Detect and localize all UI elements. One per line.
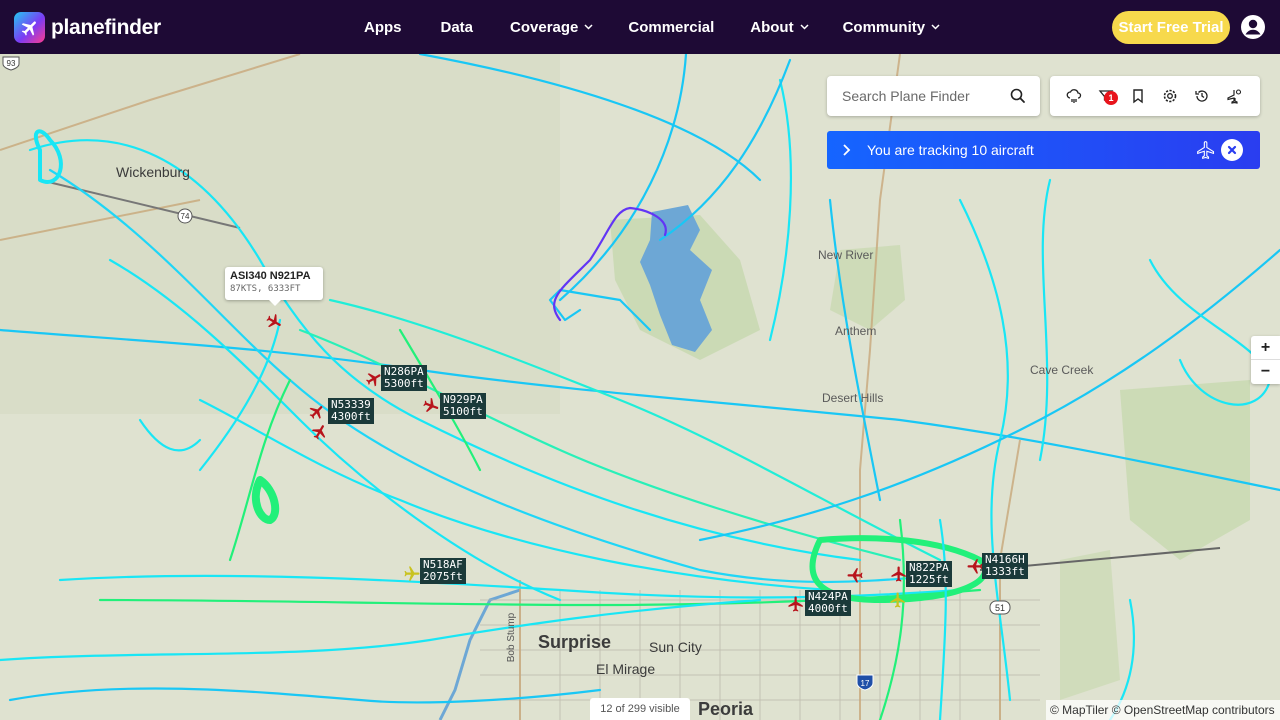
highway-shield-us93: 93	[2, 56, 20, 71]
zoom-out-button[interactable]: −	[1251, 360, 1280, 384]
search-icon[interactable]	[1010, 88, 1026, 104]
map-toolbar: 1	[1050, 76, 1260, 116]
aircraft-popup[interactable]: ASI340 N921PA 87KTS, 6333FT	[225, 267, 323, 306]
place-peoria: Peoria	[698, 699, 754, 719]
main-nav: Apps Data Coverage Commercial About Comm…	[364, 0, 940, 54]
visible-aircraft-count: 12 of 299 visible	[590, 698, 690, 720]
zoom-in-button[interactable]: +	[1251, 336, 1280, 360]
tracking-text: You are tracking 10 aircraft	[867, 142, 1034, 158]
aircraft-icon[interactable]	[311, 423, 329, 441]
settings-icon[interactable]	[1162, 88, 1178, 104]
place-desert-hills: Desert Hills	[822, 391, 884, 405]
place-new-river: New River	[818, 248, 874, 262]
aircraft-label[interactable]: N822PA 1225ft	[906, 561, 952, 587]
history-icon[interactable]	[1194, 88, 1210, 104]
nav-apps[interactable]: Apps	[364, 19, 402, 36]
start-free-trial-button[interactable]: Start Free Trial	[1112, 11, 1230, 44]
place-anthem: Anthem	[835, 324, 877, 338]
bookmark-icon[interactable]	[1130, 88, 1146, 104]
place-cave-creek: Cave Creek	[1030, 363, 1094, 377]
tracking-banner[interactable]: You are tracking 10 aircraft	[827, 131, 1260, 169]
logo-text: planefinder	[51, 15, 161, 39]
aircraft-settings-icon[interactable]	[1226, 88, 1242, 104]
svg-text:74: 74	[181, 212, 190, 221]
aircraft-label[interactable]: N53339 4300ft	[328, 398, 374, 424]
close-tracking-button[interactable]	[1221, 139, 1243, 161]
road-label-bob-stump: Bob Stump	[506, 612, 518, 663]
svg-text:17: 17	[861, 679, 870, 688]
logo-plane-icon	[14, 12, 45, 43]
svg-text:51: 51	[995, 603, 1005, 613]
chevron-right-icon[interactable]	[841, 143, 851, 157]
nav-about[interactable]: About	[750, 19, 809, 36]
aircraft-icon[interactable]	[787, 595, 805, 613]
search-input[interactable]	[842, 88, 1007, 104]
svg-text:93: 93	[7, 59, 16, 68]
filter-badge: 1	[1104, 91, 1118, 105]
aircraft-label[interactable]: N424PA 4000ft	[805, 590, 851, 616]
close-icon	[1227, 145, 1237, 155]
chevron-down-icon	[584, 24, 593, 30]
aircraft-icon[interactable]	[403, 565, 421, 583]
nav-commercial[interactable]: Commercial	[628, 19, 714, 36]
highway-shield-r51: 51	[989, 600, 1011, 615]
aircraft-label[interactable]: N929PA 5100ft	[440, 393, 486, 419]
planefinder-logo[interactable]: planefinder	[14, 12, 161, 43]
popup-subtitle: 87KTS, 6333FT	[230, 284, 301, 294]
search-box	[827, 76, 1040, 116]
nav-community[interactable]: Community	[843, 19, 941, 36]
aircraft-icon[interactable]	[308, 403, 326, 421]
aircraft-label[interactable]: N286PA 5300ft	[381, 365, 427, 391]
highway-shield-s74: 74	[177, 208, 193, 224]
top-navigation-bar: planefinder Apps Data Coverage Commercia…	[0, 0, 1280, 54]
place-surprise: Surprise	[538, 632, 612, 652]
aircraft-icon[interactable]	[265, 313, 283, 331]
chevron-down-icon	[800, 24, 809, 30]
nav-data[interactable]: Data	[441, 19, 474, 36]
nav-coverage[interactable]: Coverage	[510, 19, 593, 36]
popup-title: ASI340 N921PA	[230, 270, 311, 282]
aircraft-icon[interactable]	[846, 566, 864, 584]
aircraft-label[interactable]: N4166H 1333ft	[982, 553, 1028, 579]
aircraft-label[interactable]: N518AF 2075ft	[420, 558, 466, 584]
account-icon[interactable]	[1240, 14, 1266, 40]
place-sun-city: Sun City	[649, 639, 702, 655]
highway-shield-i17: 17	[856, 674, 874, 691]
filter-button[interactable]: 1	[1098, 88, 1118, 105]
aircraft-icon[interactable]	[889, 591, 907, 609]
place-wickenburg: Wickenburg	[116, 164, 190, 180]
weather-icon[interactable]	[1066, 88, 1082, 104]
tracked-plane-icon	[1197, 141, 1215, 160]
aircraft-icon[interactable]	[422, 397, 440, 415]
map-attribution[interactable]: © MapTiler © OpenStreetMap contributors	[1046, 700, 1280, 720]
place-el-mirage: El Mirage	[596, 661, 656, 677]
chevron-down-icon	[931, 24, 940, 30]
zoom-control: + −	[1251, 336, 1280, 384]
